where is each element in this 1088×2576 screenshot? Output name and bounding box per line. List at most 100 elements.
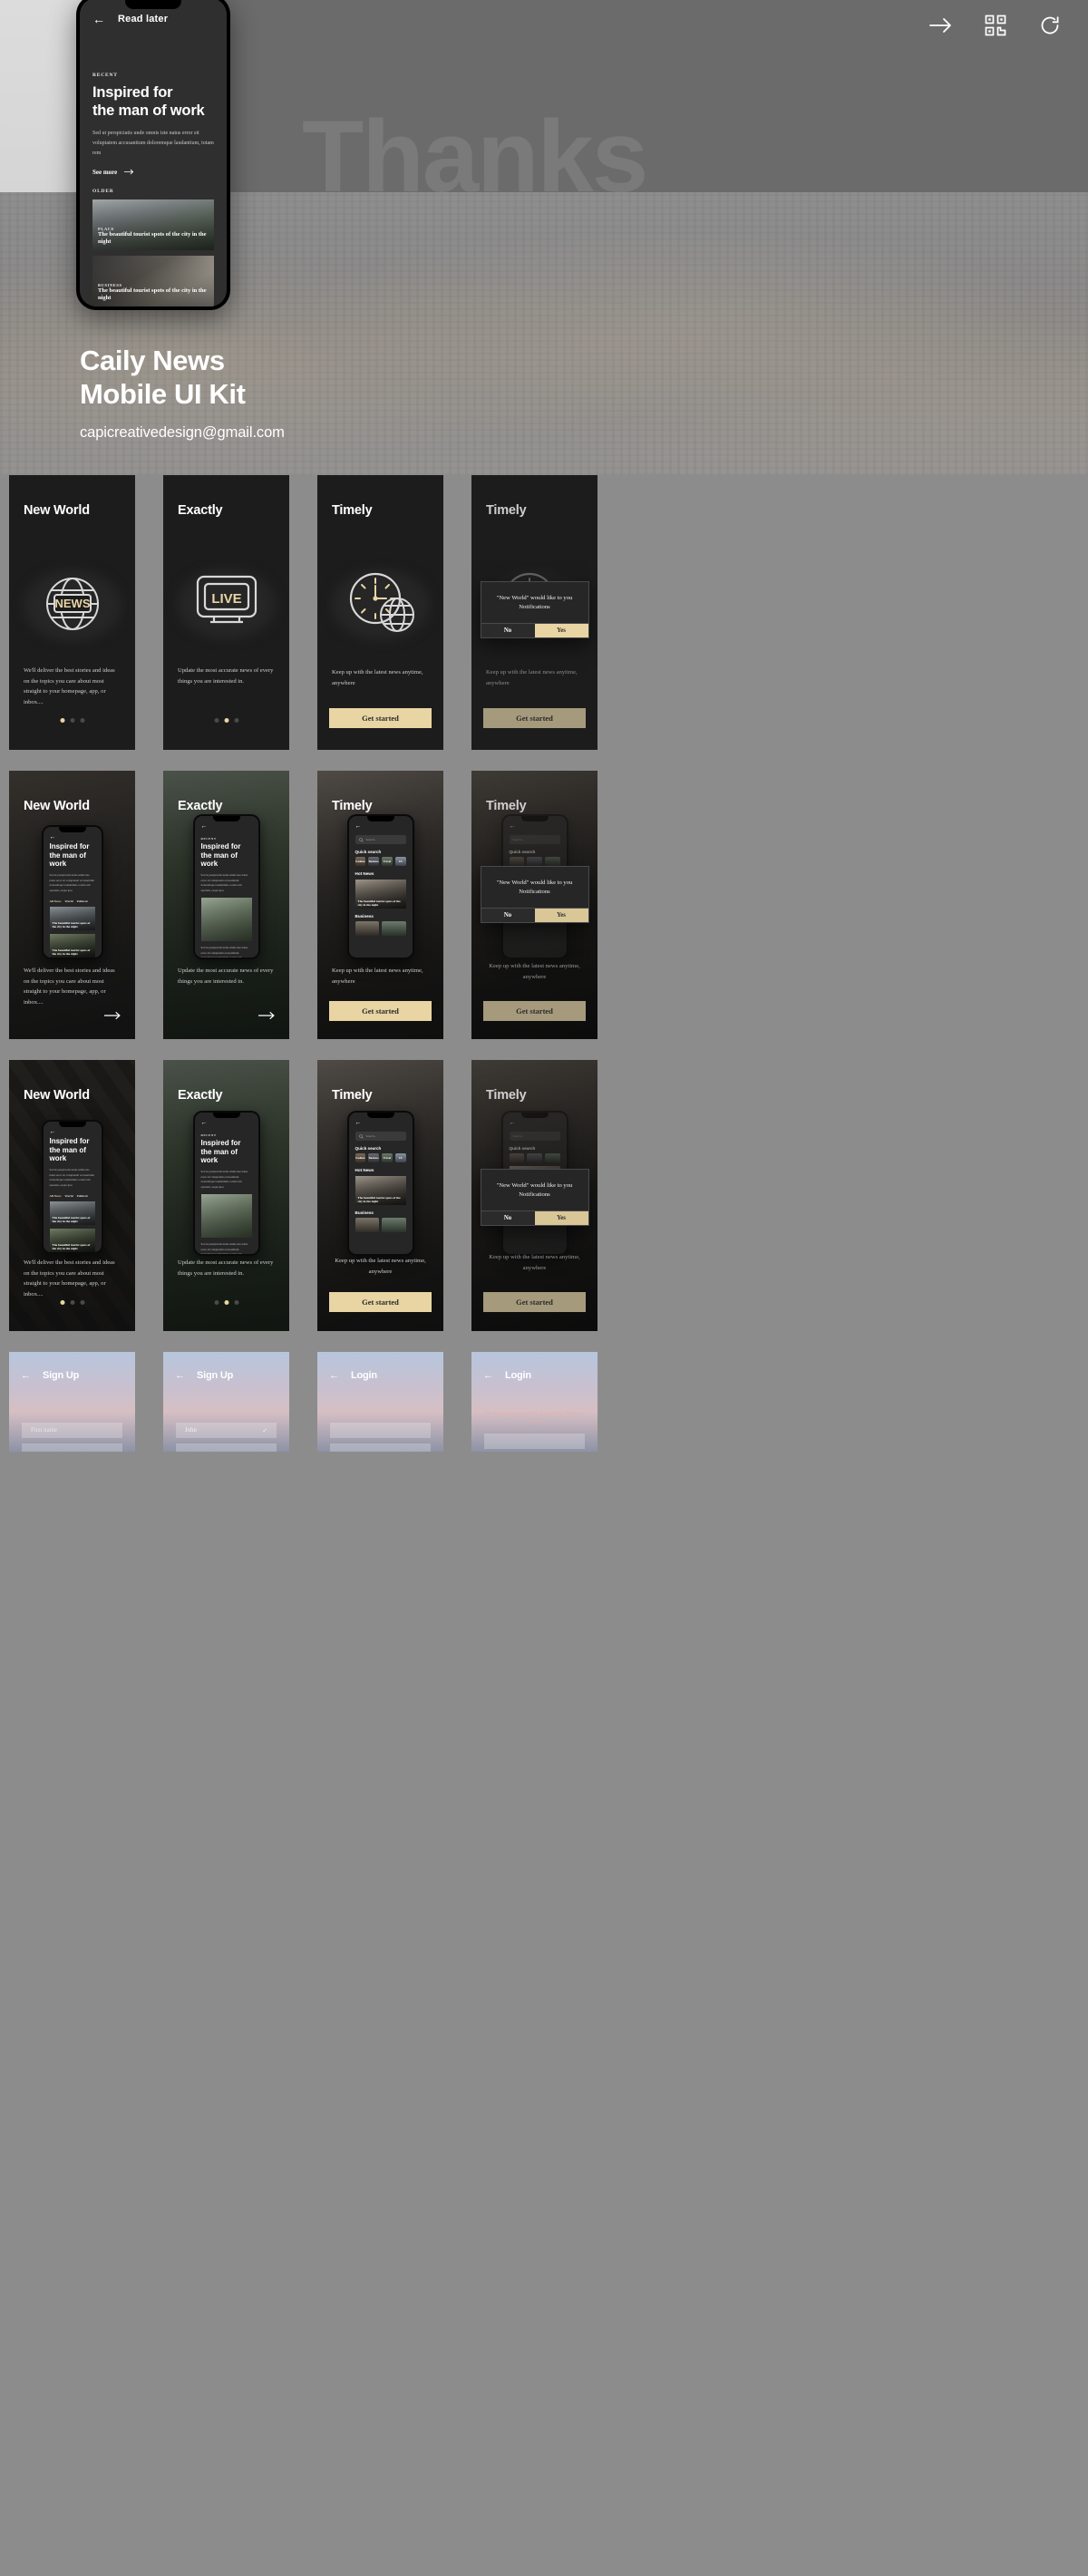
screen-card-timely-photo[interactable]: Timely ← Search... Quick search Fashion … — [317, 771, 443, 1039]
screen-card-exactly[interactable]: Exactly LIVE Update the most accurate ne… — [163, 475, 289, 750]
screen-card-signup-empty[interactable]: ← Sign Up First name — [9, 1352, 135, 1452]
mini-phone-mockup: ← Inspired for the man of work Sed ut per… — [41, 1120, 103, 1254]
chip-fashion[interactable]: Fashion — [355, 857, 366, 866]
card-description: Keep up with the latest news anytime, an… — [335, 1258, 426, 1275]
svg-text:NEWS: NEWS — [54, 597, 90, 610]
mini-chip-row[interactable]: Fashion Business Travel US — [349, 857, 413, 866]
tab-all-news[interactable]: All News — [50, 1194, 62, 1198]
screen-card-new-world-photo[interactable]: New World ← Inspired for the man of work … — [9, 771, 135, 1039]
screen-card-timely-search-notification[interactable]: Timely ← Search... Quick search Keep up … — [471, 1060, 597, 1331]
get-started-button[interactable]: Get started — [483, 1292, 586, 1312]
mini-article-card[interactable]: The beautiful tourist spots of the city … — [49, 906, 95, 930]
screen-card-login-error[interactable]: ← Login The password you entered is inco… — [471, 1352, 597, 1452]
dialog-no-button[interactable]: No — [481, 1211, 535, 1226]
arrow-right-icon[interactable] — [258, 1008, 277, 1025]
pagination-dots[interactable] — [60, 718, 84, 723]
mini-search-input[interactable]: Search... — [355, 1132, 406, 1141]
screen-card-new-world-keyboard[interactable]: New World ← Inspired for the man of work … — [9, 1060, 135, 1331]
arrow-right-icon[interactable] — [104, 1008, 122, 1025]
pagination-dots[interactable] — [214, 718, 238, 723]
screen-card-timely-search[interactable]: Timely ← Search... Quick search Fashion … — [317, 1060, 443, 1331]
mini-article-card[interactable]: The beautiful tourist spots of the city … — [49, 1201, 95, 1225]
card-description: Keep up with the latest news anytime, an… — [332, 669, 423, 686]
notification-permission-dialog[interactable]: "New World" would like to you Notificati… — [480, 866, 589, 924]
get-started-button[interactable]: Get started — [329, 708, 432, 728]
mini-article-card[interactable]: The beautiful tourist spots of the city … — [49, 933, 95, 957]
mini-thumb[interactable] — [382, 921, 406, 936]
mini-body: Sed ut perspiciatis unde omnis iste natu… — [49, 1167, 94, 1188]
notification-permission-dialog[interactable]: "New World" would like to you Notificati… — [480, 1169, 589, 1227]
password-input[interactable] — [330, 1444, 431, 1452]
card-title: Exactly — [178, 503, 223, 518]
mini-article-card[interactable]: The beautiful tourist spots of the city … — [355, 880, 406, 909]
mini-tabs[interactable]: All News World Political — [44, 899, 102, 903]
mini-thumb[interactable] — [382, 1218, 406, 1232]
chip-travel[interactable]: Travel — [382, 857, 393, 866]
get-started-button[interactable]: Get started — [483, 708, 586, 728]
email-input[interactable] — [330, 1423, 431, 1438]
screen-card-signup-filled[interactable]: ← Sign Up John ✓ — [163, 1352, 289, 1452]
chip-business — [527, 1153, 542, 1162]
article-card[interactable]: PLACE The beautiful tourist spots of the… — [92, 199, 214, 250]
mini-article-title: The beautiful tourist spots of the city … — [52, 948, 91, 956]
back-icon[interactable]: ← — [21, 1370, 31, 1381]
chip-us[interactable]: US — [394, 857, 406, 866]
mini-chip-row-2[interactable] — [349, 921, 413, 936]
card-title: Exactly — [178, 799, 223, 813]
mini-thumb[interactable] — [355, 1218, 379, 1232]
form-title: Sign Up — [197, 1370, 234, 1381]
mini-article-card[interactable]: The beautiful tourist spots of the city … — [49, 1228, 95, 1252]
dialog-yes-button[interactable]: Yes — [534, 624, 588, 638]
row-onboarding-photo: New World ← Inspired for the man of work … — [9, 771, 1079, 1039]
qr-code-icon[interactable] — [983, 13, 1008, 38]
mini-article-card[interactable]: The beautiful tourist spots of the city … — [355, 1176, 406, 1205]
first-name-input[interactable]: First name — [22, 1423, 122, 1438]
card-title: Timely — [332, 503, 373, 518]
card-description: We'll deliver the best stories and ideas… — [24, 667, 115, 705]
chip-business[interactable]: Business — [368, 857, 379, 866]
screen-card-timely[interactable]: Timely Keep up with the latest news anyt… — [317, 475, 443, 750]
tab-world[interactable]: World — [64, 899, 73, 903]
second-field-input[interactable] — [22, 1444, 122, 1452]
hero-section: Thanks ← Read later RECENT Inspired for … — [0, 0, 1088, 475]
chip-us[interactable]: US — [394, 1153, 406, 1162]
dialog-no-button[interactable]: No — [481, 909, 535, 923]
second-field-input[interactable] — [176, 1444, 277, 1452]
see-more-link[interactable]: See more — [80, 169, 227, 176]
get-started-button[interactable]: Get started — [483, 1001, 586, 1021]
mini-thumb[interactable] — [355, 921, 379, 936]
email-input[interactable] — [484, 1434, 585, 1449]
screen-card-timely-photo-notification[interactable]: Timely ← Search... Quick search Keep up … — [471, 771, 597, 1039]
pagination-dots[interactable] — [60, 1300, 84, 1305]
screen-card-login[interactable]: ← Login — [317, 1352, 443, 1452]
article-card[interactable]: BUSINESS The beautiful tourist spots of … — [92, 255, 214, 306]
tab-world[interactable]: World — [64, 1194, 73, 1198]
dialog-no-button[interactable]: No — [481, 624, 535, 638]
chip-fashion[interactable]: Fashion — [355, 1153, 366, 1162]
chip-travel[interactable]: Travel — [382, 1153, 393, 1162]
mini-section-quick-search: Quick search — [509, 1146, 536, 1151]
back-icon[interactable]: ← — [329, 1370, 339, 1381]
notification-permission-dialog[interactable]: "New World" would like to you Notificati… — [480, 581, 589, 639]
screen-card-timely-notification[interactable]: Timely Keep up with the latest news anyt… — [471, 475, 597, 750]
pagination-dots[interactable] — [214, 1300, 238, 1305]
first-name-input[interactable]: John ✓ — [176, 1423, 277, 1438]
get-started-button[interactable]: Get started — [329, 1001, 432, 1021]
back-icon[interactable]: ← — [92, 13, 105, 25]
mini-search-input[interactable]: Search... — [355, 835, 406, 844]
back-icon[interactable]: ← — [175, 1370, 185, 1381]
screen-card-exactly-bridge[interactable]: Exactly ← RECENT Inspired for the man of … — [163, 1060, 289, 1331]
get-started-button[interactable]: Get started — [329, 1292, 432, 1312]
refresh-icon[interactable] — [1037, 13, 1063, 38]
back-icon[interactable]: ← — [483, 1370, 493, 1381]
dialog-yes-button[interactable]: Yes — [534, 1211, 588, 1226]
dialog-yes-button[interactable]: Yes — [534, 909, 588, 923]
arrow-right-icon[interactable] — [928, 13, 954, 38]
tab-political[interactable]: Political — [77, 1194, 88, 1198]
screen-card-new-world[interactable]: New World NEWS We'll deliver the best st… — [9, 475, 135, 750]
chip-fashion — [509, 1153, 525, 1162]
chip-business[interactable]: Business — [368, 1153, 379, 1162]
screen-card-exactly-photo[interactable]: Exactly ← RECENT Inspired for the man of … — [163, 771, 289, 1039]
tab-political[interactable]: Political — [77, 899, 88, 903]
tab-all-news[interactable]: All News — [50, 899, 62, 903]
